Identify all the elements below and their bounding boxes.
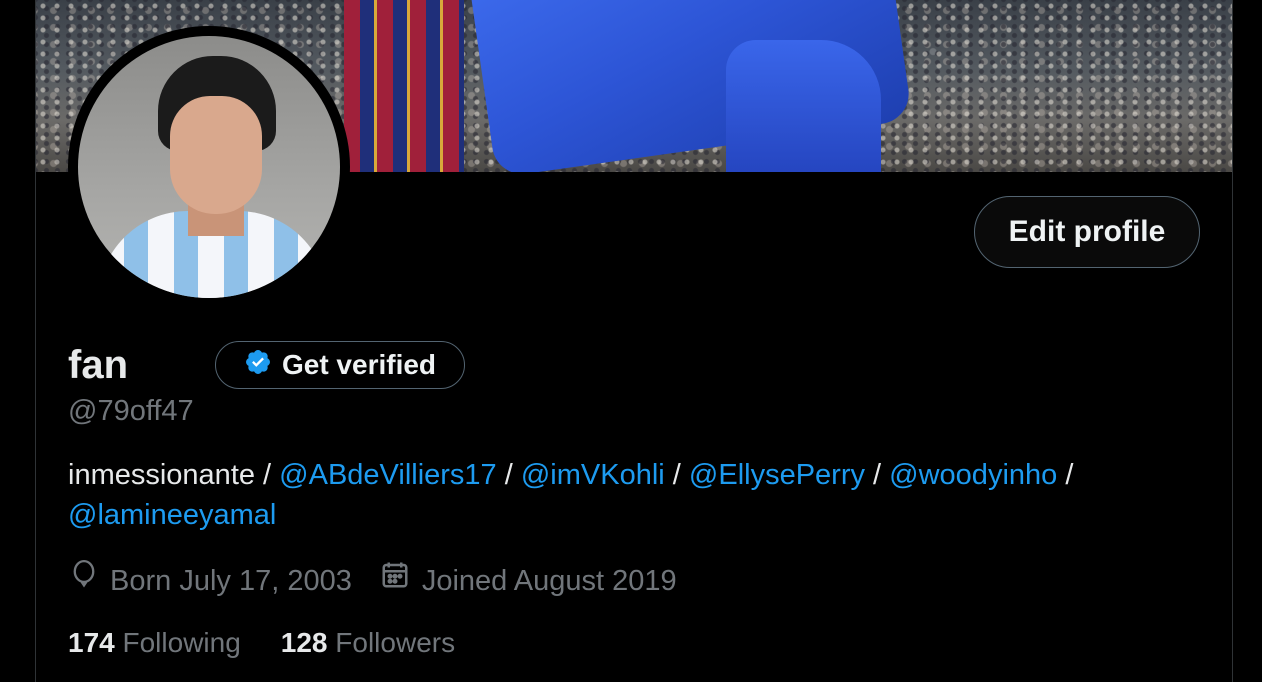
following-count: 174 [68,627,115,658]
banner-player-body [726,40,881,172]
verified-badge-icon [244,348,272,383]
get-verified-label: Get verified [281,349,437,380]
bio-text: inmessionante / [68,459,280,491]
joined-item: Joined August 2019 [380,560,677,601]
bio-separator: / [865,459,890,491]
balloon-icon [70,560,98,601]
follow-stats: 174 Following 128 Followers [68,623,455,663]
birthday-item: Born July 17, 2003 [70,560,352,601]
get-verified-button[interactable]: Get verified [215,341,465,389]
joined-text: Joined August 2019 [421,564,677,597]
profile-meta: Born July 17, 2003 Joined August 2019 [70,560,705,601]
calendar-icon [380,560,410,601]
bio-separator: / [496,459,521,491]
birthday-text: Born July 17, 2003 [110,564,352,597]
display-name: fan [68,343,128,387]
avatar[interactable] [68,26,350,308]
bio-separator: / [1057,459,1074,491]
user-handle: @79off47 [68,395,194,427]
bio-mention-link[interactable]: @woodyinho [889,459,1057,491]
edit-profile-button[interactable]: Edit profile [974,196,1200,268]
bio-mention-link[interactable]: @imVKohli [521,459,665,491]
followers-link[interactable]: 128 Followers [281,623,455,663]
following-label: Following [122,627,241,658]
bio-separator: / [664,459,689,491]
bio-mention-link[interactable]: @lamineeyamal [68,499,276,531]
followers-count: 128 [280,627,328,658]
followers-label: Followers [335,627,456,658]
bio-mention-link[interactable]: @ABdeVilliers17 [279,459,497,491]
profile-bio: inmessionante / @ABdeVilliers17 / @imVKo… [68,455,1178,535]
banner-jersey [344,0,464,172]
avatar-face [170,96,262,214]
following-link[interactable]: 174 Following [68,623,241,663]
avatar-photo [78,36,340,298]
bio-mention-link[interactable]: @EllysePerry [689,459,865,491]
